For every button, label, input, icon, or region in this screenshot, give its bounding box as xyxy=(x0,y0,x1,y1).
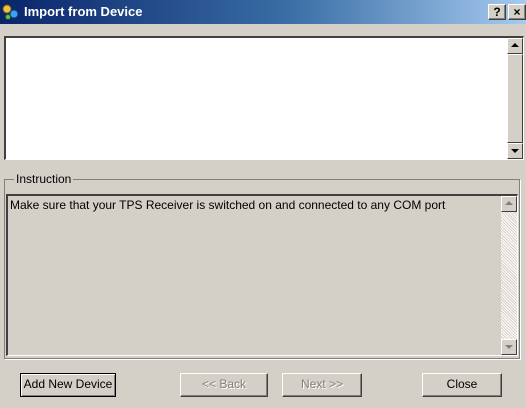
help-button[interactable]: ? xyxy=(488,4,506,20)
scroll-down-button[interactable] xyxy=(507,143,523,159)
device-list[interactable] xyxy=(4,36,524,160)
arrow-up-icon xyxy=(505,201,513,205)
next-button[interactable]: Next >> xyxy=(282,373,362,397)
device-list-scrollbar[interactable] xyxy=(507,38,523,159)
back-button[interactable]: << Back xyxy=(180,373,268,397)
add-new-device-button[interactable]: Add New Device xyxy=(20,373,116,397)
title-bar[interactable]: Import from Device ? × xyxy=(0,0,526,24)
instruction-scrollbar[interactable] xyxy=(501,196,517,355)
instruction-scroll-up-button[interactable] xyxy=(501,196,517,212)
window-title: Import from Device xyxy=(24,4,143,19)
window-close-button[interactable]: × xyxy=(508,4,526,20)
arrow-up-icon xyxy=(511,43,519,47)
instruction-scroll-down-button[interactable] xyxy=(501,339,517,355)
instruction-text: Make sure that your TPS Receiver is swit… xyxy=(10,198,446,212)
scroll-up-button[interactable] xyxy=(507,38,523,54)
scroll-thumb[interactable] xyxy=(507,54,523,143)
import-from-device-dialog: Import from Device ? × Instruction Make … xyxy=(0,0,526,408)
device-import-icon xyxy=(2,4,19,20)
instruction-group-label: Instruction xyxy=(14,172,74,186)
instruction-textbox[interactable]: Make sure that your TPS Receiver is swit… xyxy=(6,194,518,356)
arrow-down-icon xyxy=(505,345,513,349)
arrow-down-icon xyxy=(511,149,519,153)
close-button[interactable]: Close xyxy=(422,373,502,397)
